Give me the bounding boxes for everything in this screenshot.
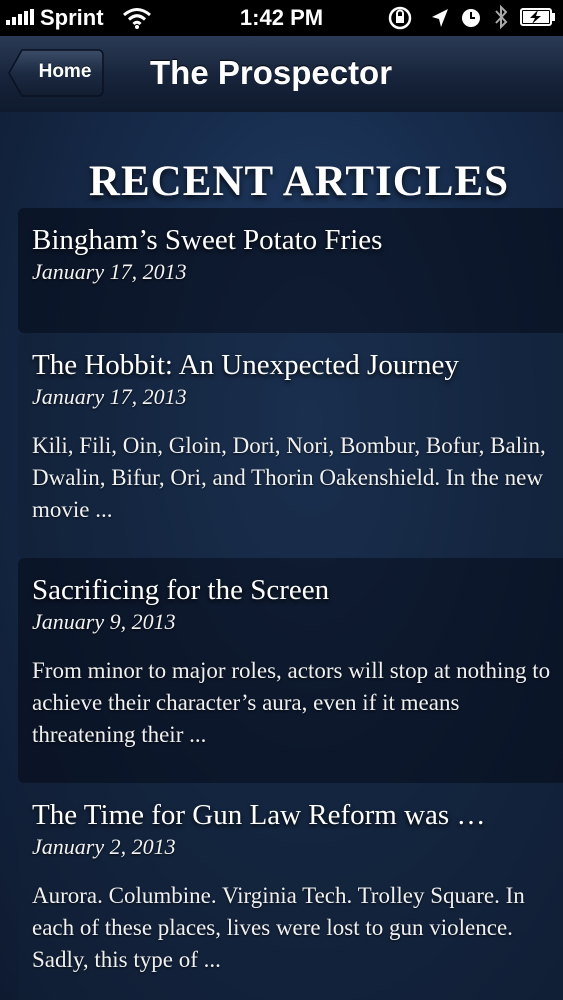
home-back-button[interactable]: Home: [8, 48, 104, 98]
status-bar: Sprint 1:42 PM: [0, 0, 563, 36]
article-excerpt: From minor to major roles, actors will s…: [32, 658, 551, 747]
article-date: January 17, 2013: [32, 384, 187, 409]
article-item[interactable]: The Hobbit: An Unexpected Journey Januar…: [18, 333, 563, 558]
article-date: January 17, 2013: [32, 259, 187, 284]
article-item[interactable]: Sacrificing for the Screen January 9, 20…: [18, 558, 563, 783]
page-title: The Prospector: [150, 54, 393, 91]
home-back-label: Home: [38, 61, 92, 82]
rotation-lock-icon: [387, 6, 413, 35]
article-excerpt: Kili, Fili, Oin, Gloin, Dori, Nori, Bomb…: [32, 433, 546, 522]
navigation-bar: Home The Prospector: [0, 36, 563, 113]
alarm-clock-icon: [460, 7, 482, 34]
article-item[interactable]: Bingham’s Sweet Potato Fries January 17,…: [18, 208, 563, 333]
article-title: Bingham’s Sweet Potato Fries: [32, 224, 383, 256]
articles-view[interactable]: RECENT ARTICLES Bingham’s Sweet Potato F…: [0, 112, 563, 1000]
battery-charging-icon: [520, 8, 555, 26]
article-title: The Hobbit: An Unexpected Journey: [32, 349, 459, 381]
article-excerpt: Aurora. Columbine. Virginia Tech. Trolle…: [32, 883, 525, 972]
section-heading: RECENT ARTICLES: [88, 158, 510, 205]
article-item[interactable]: The Time for Gun Law Reform was … Januar…: [18, 783, 563, 1000]
article-title: Sacrificing for the Screen: [32, 574, 330, 606]
location-arrow-icon: [430, 7, 450, 34]
article-title: The Time for Gun Law Reform was …: [32, 799, 486, 831]
bluetooth-icon: [494, 4, 508, 36]
article-date: January 9, 2013: [32, 609, 176, 634]
article-date: January 2, 2013: [32, 834, 176, 859]
article-list: Bingham’s Sweet Potato Fries January 17,…: [18, 208, 563, 1000]
